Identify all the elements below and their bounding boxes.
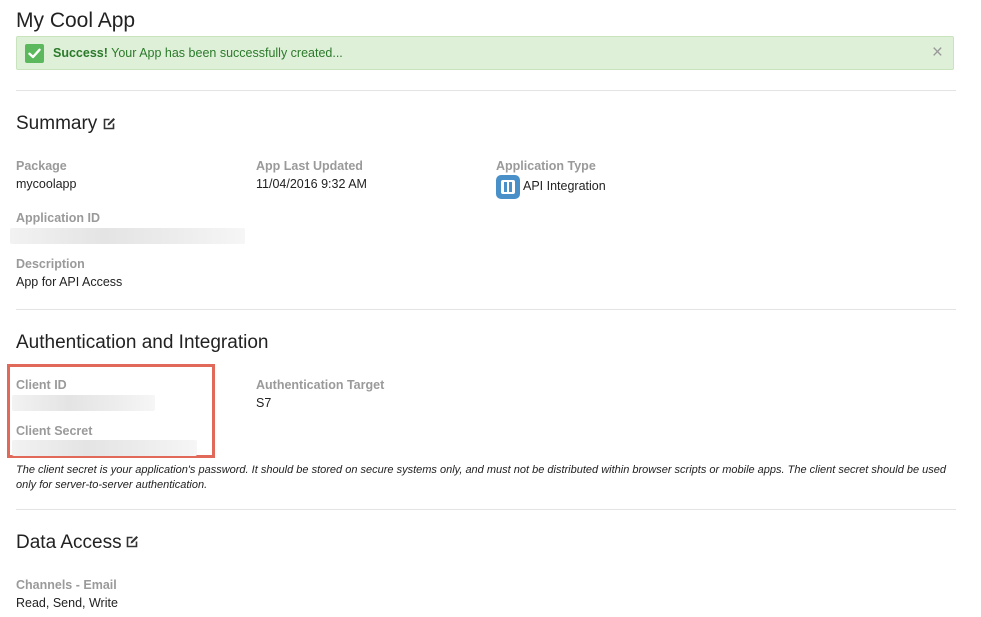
channels-email-label: Channels - Email (16, 578, 117, 592)
page-title: My Cool App (16, 9, 136, 32)
auth-target-label: Authentication Target (256, 378, 385, 392)
alert-message: Success! Your App has been successfully … (53, 46, 343, 60)
client-secret-note: The client secret is your application's … (16, 464, 947, 491)
last-updated-value: 11/04/2016 9:32 AM (256, 177, 367, 191)
last-updated-label: App Last Updated (256, 159, 363, 173)
app-type-label: Application Type (496, 159, 596, 173)
divider (16, 509, 956, 510)
success-alert: Success! Your App has been successfully … (16, 36, 954, 70)
close-icon[interactable]: × (932, 42, 943, 64)
alert-text: Your App has been successfully created..… (107, 46, 343, 60)
edit-data-access-icon[interactable] (125, 535, 139, 549)
divider (16, 309, 956, 310)
package-label: Package (16, 159, 67, 173)
client-secret-label: Client Secret (16, 424, 93, 438)
application-id-label: Application ID (16, 211, 101, 225)
client-id-redacted (12, 395, 155, 411)
client-id-label: Client ID (16, 378, 67, 392)
edit-summary-icon[interactable] (102, 117, 116, 131)
app-type-value: API Integration (523, 179, 606, 193)
checkmark-icon (25, 44, 44, 63)
auth-title: Authentication and Integration (16, 332, 269, 353)
channels-email-value: Read, Send, Write (16, 596, 118, 610)
summary-title: Summary (16, 113, 98, 134)
description-label: Description (16, 257, 85, 271)
auth-target-value: S7 (256, 396, 272, 410)
package-value: mycoolapp (16, 177, 77, 191)
client-secret-redacted (12, 440, 197, 456)
description-value: App for API Access (16, 275, 123, 289)
api-integration-icon (496, 175, 520, 199)
application-id-redacted (10, 228, 245, 244)
divider (16, 90, 956, 91)
data-access-title: Data Access (16, 532, 122, 553)
alert-strong: Success! (53, 46, 108, 60)
